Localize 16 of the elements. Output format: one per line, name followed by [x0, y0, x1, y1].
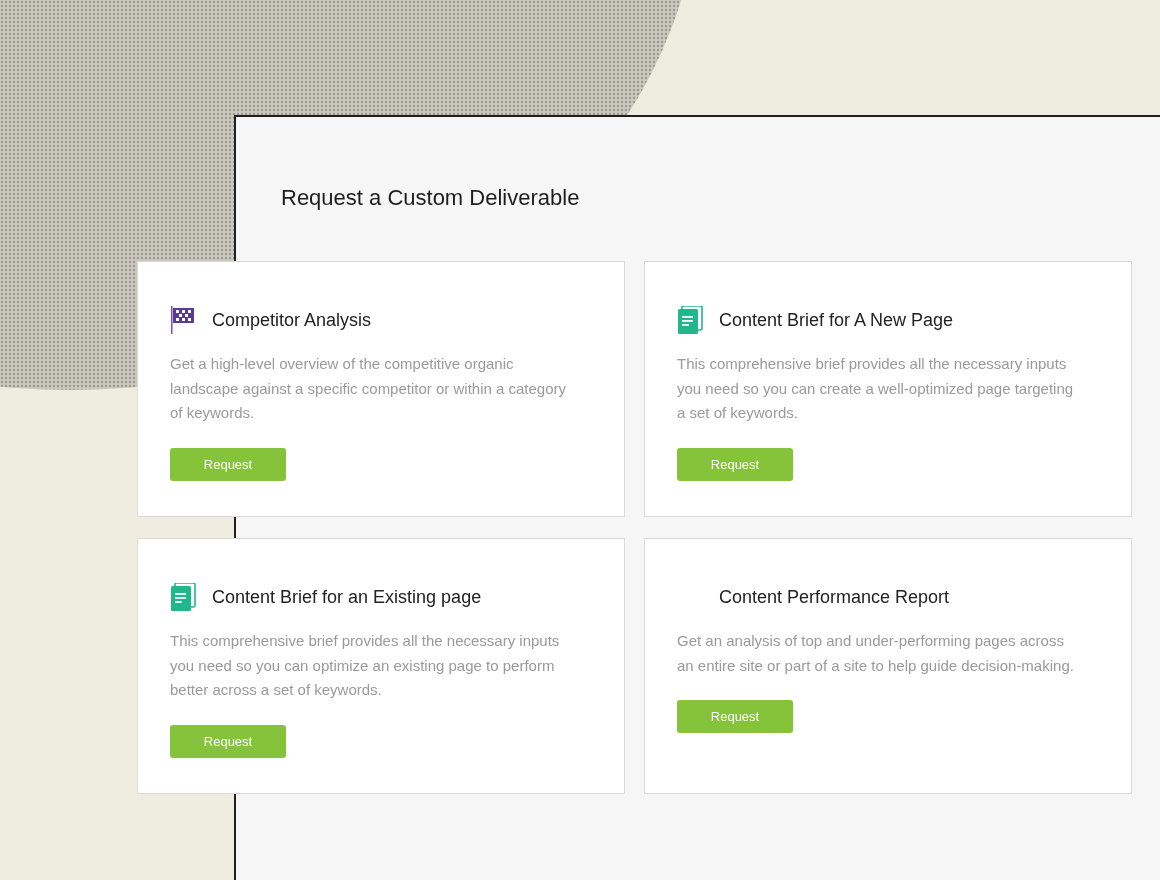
card-title: Content Brief for A New Page — [719, 309, 954, 331]
card-description: This comprehensive brief provides all the necessary inputs you need so you can create a well-optimized page targeting a set of keywords. — [677, 354, 1075, 423]
request-button[interactable]: Request — [170, 447, 286, 481]
document-icon — [170, 583, 196, 611]
card-description: This comprehensive brief provides all the necessary inputs you need so you can optimize an existing page to perform better across a set of keywords. — [170, 631, 561, 700]
request-button[interactable]: Request — [170, 724, 286, 758]
card-description: Get a high-level overview of the competitive organic landscape against a specific competitor or within a category of keywords. — [170, 354, 568, 423]
checkered-flag-icon — [170, 306, 196, 334]
document-icon — [677, 306, 703, 334]
request-button[interactable]: Request — [677, 447, 793, 481]
page-heading: Request a Custom Deliverable — [281, 185, 580, 211]
card-description: Get an analysis of top and under-performing pages across an entire site or part of a site to help guide decision-making. — [677, 631, 1075, 676]
card-title: Content Brief for an Existing page — [212, 586, 482, 608]
card-title: Competitor Analysis — [212, 309, 372, 331]
card-title: Content Performance Report — [719, 586, 950, 608]
request-button[interactable]: Request — [677, 700, 793, 733]
